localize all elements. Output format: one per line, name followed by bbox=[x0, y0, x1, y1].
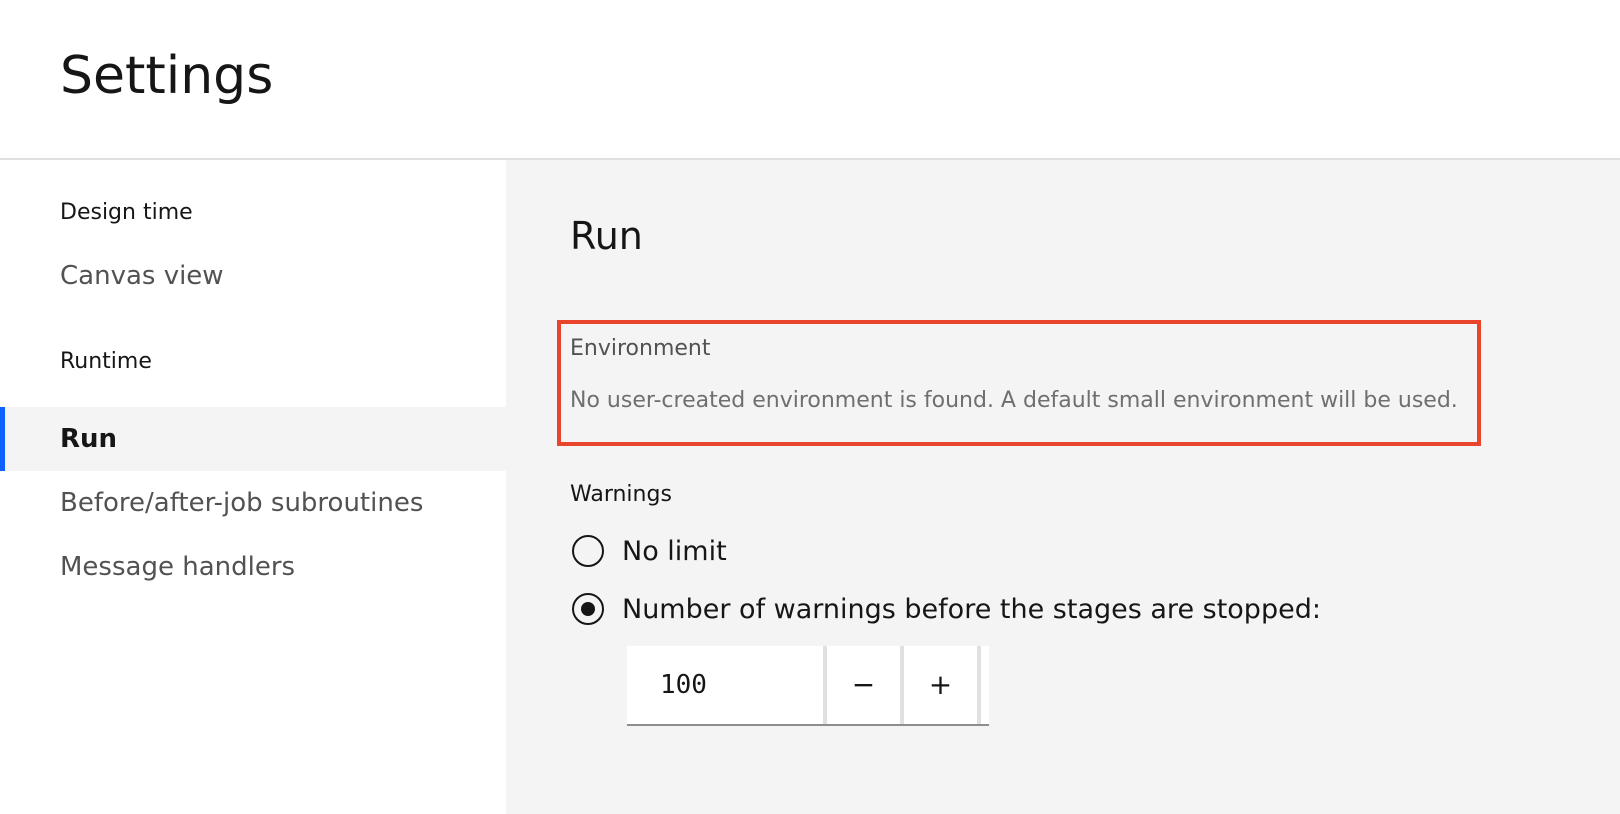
sidebar-item-message-handlers[interactable]: Message handlers bbox=[0, 535, 506, 599]
sidebar-heading-runtime: Runtime bbox=[60, 349, 152, 374]
page-header: Settings bbox=[0, 0, 1620, 160]
sidebar-item-canvas-view[interactable]: Canvas view bbox=[0, 244, 506, 308]
page-title: Settings bbox=[60, 46, 274, 106]
increment-button[interactable]: + bbox=[904, 646, 981, 724]
sidebar-item-run[interactable]: Run bbox=[0, 407, 506, 471]
radio-unchecked-icon[interactable] bbox=[572, 535, 604, 567]
environment-section: Environment No user-created environment … bbox=[557, 320, 1481, 446]
warnings-number-input[interactable]: 100 bbox=[627, 646, 827, 724]
sidebar-heading-design-time: Design time bbox=[60, 200, 193, 225]
sidebar-item-before-after-job-subroutines[interactable]: Before/after-job subroutines bbox=[0, 471, 506, 535]
radio-no-limit[interactable]: No limit bbox=[572, 531, 727, 571]
warnings-label: Warnings bbox=[570, 482, 672, 507]
environment-label: Environment bbox=[570, 336, 711, 361]
settings-content: Run Environment No user-created environm… bbox=[506, 160, 1620, 814]
warnings-number-stepper: 100 − + bbox=[627, 646, 989, 726]
decrement-button[interactable]: − bbox=[827, 646, 904, 724]
radio-number-of-warnings[interactable]: Number of warnings before the stages are… bbox=[572, 589, 1321, 629]
radio-checked-icon[interactable] bbox=[572, 593, 604, 625]
settings-sidebar: Design time Canvas view Runtime Run Befo… bbox=[0, 160, 506, 814]
section-title: Run bbox=[570, 214, 643, 258]
environment-message: No user-created environment is found. A … bbox=[570, 388, 1458, 413]
radio-no-limit-label[interactable]: No limit bbox=[622, 536, 727, 567]
radio-number-of-warnings-label[interactable]: Number of warnings before the stages are… bbox=[622, 594, 1321, 625]
